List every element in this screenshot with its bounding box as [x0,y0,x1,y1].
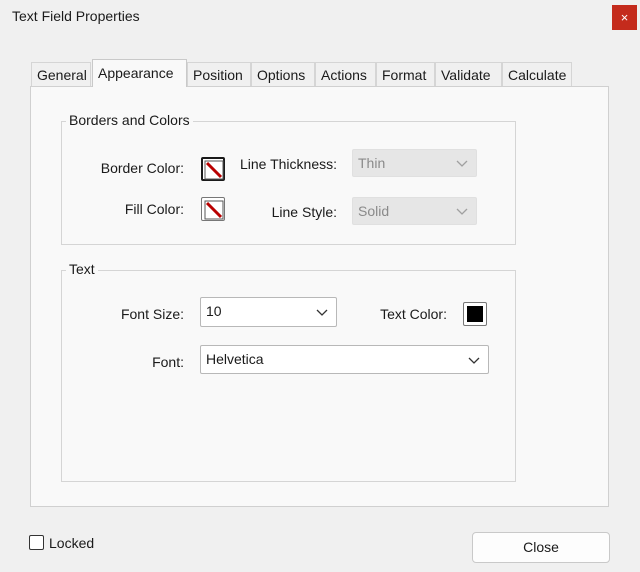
line-thickness-value: Thin [358,155,386,171]
window-title: Text Field Properties [12,8,140,24]
line-style-label: Line Style: [271,204,337,220]
appearance-panel: Borders and Colors Border Color: Fill Co… [30,86,609,507]
window-close-button[interactable]: × [612,5,637,30]
tab-calculate[interactable]: Calculate [502,62,572,86]
tab-format[interactable]: Format [376,62,435,86]
tab-options[interactable]: Options [251,62,315,86]
no-color-icon [204,160,224,180]
tab-general[interactable]: General [31,62,91,86]
tab-appearance[interactable]: Appearance [92,59,187,87]
locked-label[interactable]: Locked [49,535,94,551]
font-label: Font: [152,354,184,370]
text-color-fill [467,306,483,322]
font-select[interactable]: Helvetica [200,345,489,374]
fill-color-label: Fill Color: [124,201,184,217]
tab-validate[interactable]: Validate [435,62,502,86]
fill-color-swatch-button[interactable] [201,197,225,221]
no-color-icon [204,200,224,220]
tab-position[interactable]: Position [187,62,251,86]
chevron-down-icon [456,208,468,215]
borders-colors-group: Borders and Colors Border Color: Fill Co… [61,112,516,245]
line-style-select[interactable]: Solid [352,197,477,225]
font-size-select[interactable]: 10 [200,297,337,327]
chevron-down-icon [456,160,468,167]
close-icon: × [620,10,629,25]
font-size-value: 10 [206,303,222,319]
line-style-value: Solid [358,203,390,219]
borders-colors-legend: Borders and Colors [66,112,193,128]
locked-checkbox[interactable] [29,535,44,550]
border-color-swatch-button[interactable] [201,157,225,181]
text-color-swatch-button[interactable] [463,302,487,326]
line-thickness-label: Line Thickness: [239,156,337,172]
border-color-label: Border Color: [100,160,184,176]
tab-actions[interactable]: Actions [315,62,376,86]
chevron-down-icon [468,357,480,364]
font-value: Helvetica [206,351,264,367]
line-thickness-select[interactable]: Thin [352,149,477,177]
chevron-down-icon [316,309,328,316]
close-button[interactable]: Close [472,532,610,563]
text-color-label: Text Color: [380,306,447,322]
font-size-label: Font Size: [120,306,184,322]
title-bar: Text Field Properties × [0,0,640,34]
text-group: Text Font Size: 10 Text Color: Font: Hel… [61,261,516,482]
text-legend: Text [66,261,98,277]
